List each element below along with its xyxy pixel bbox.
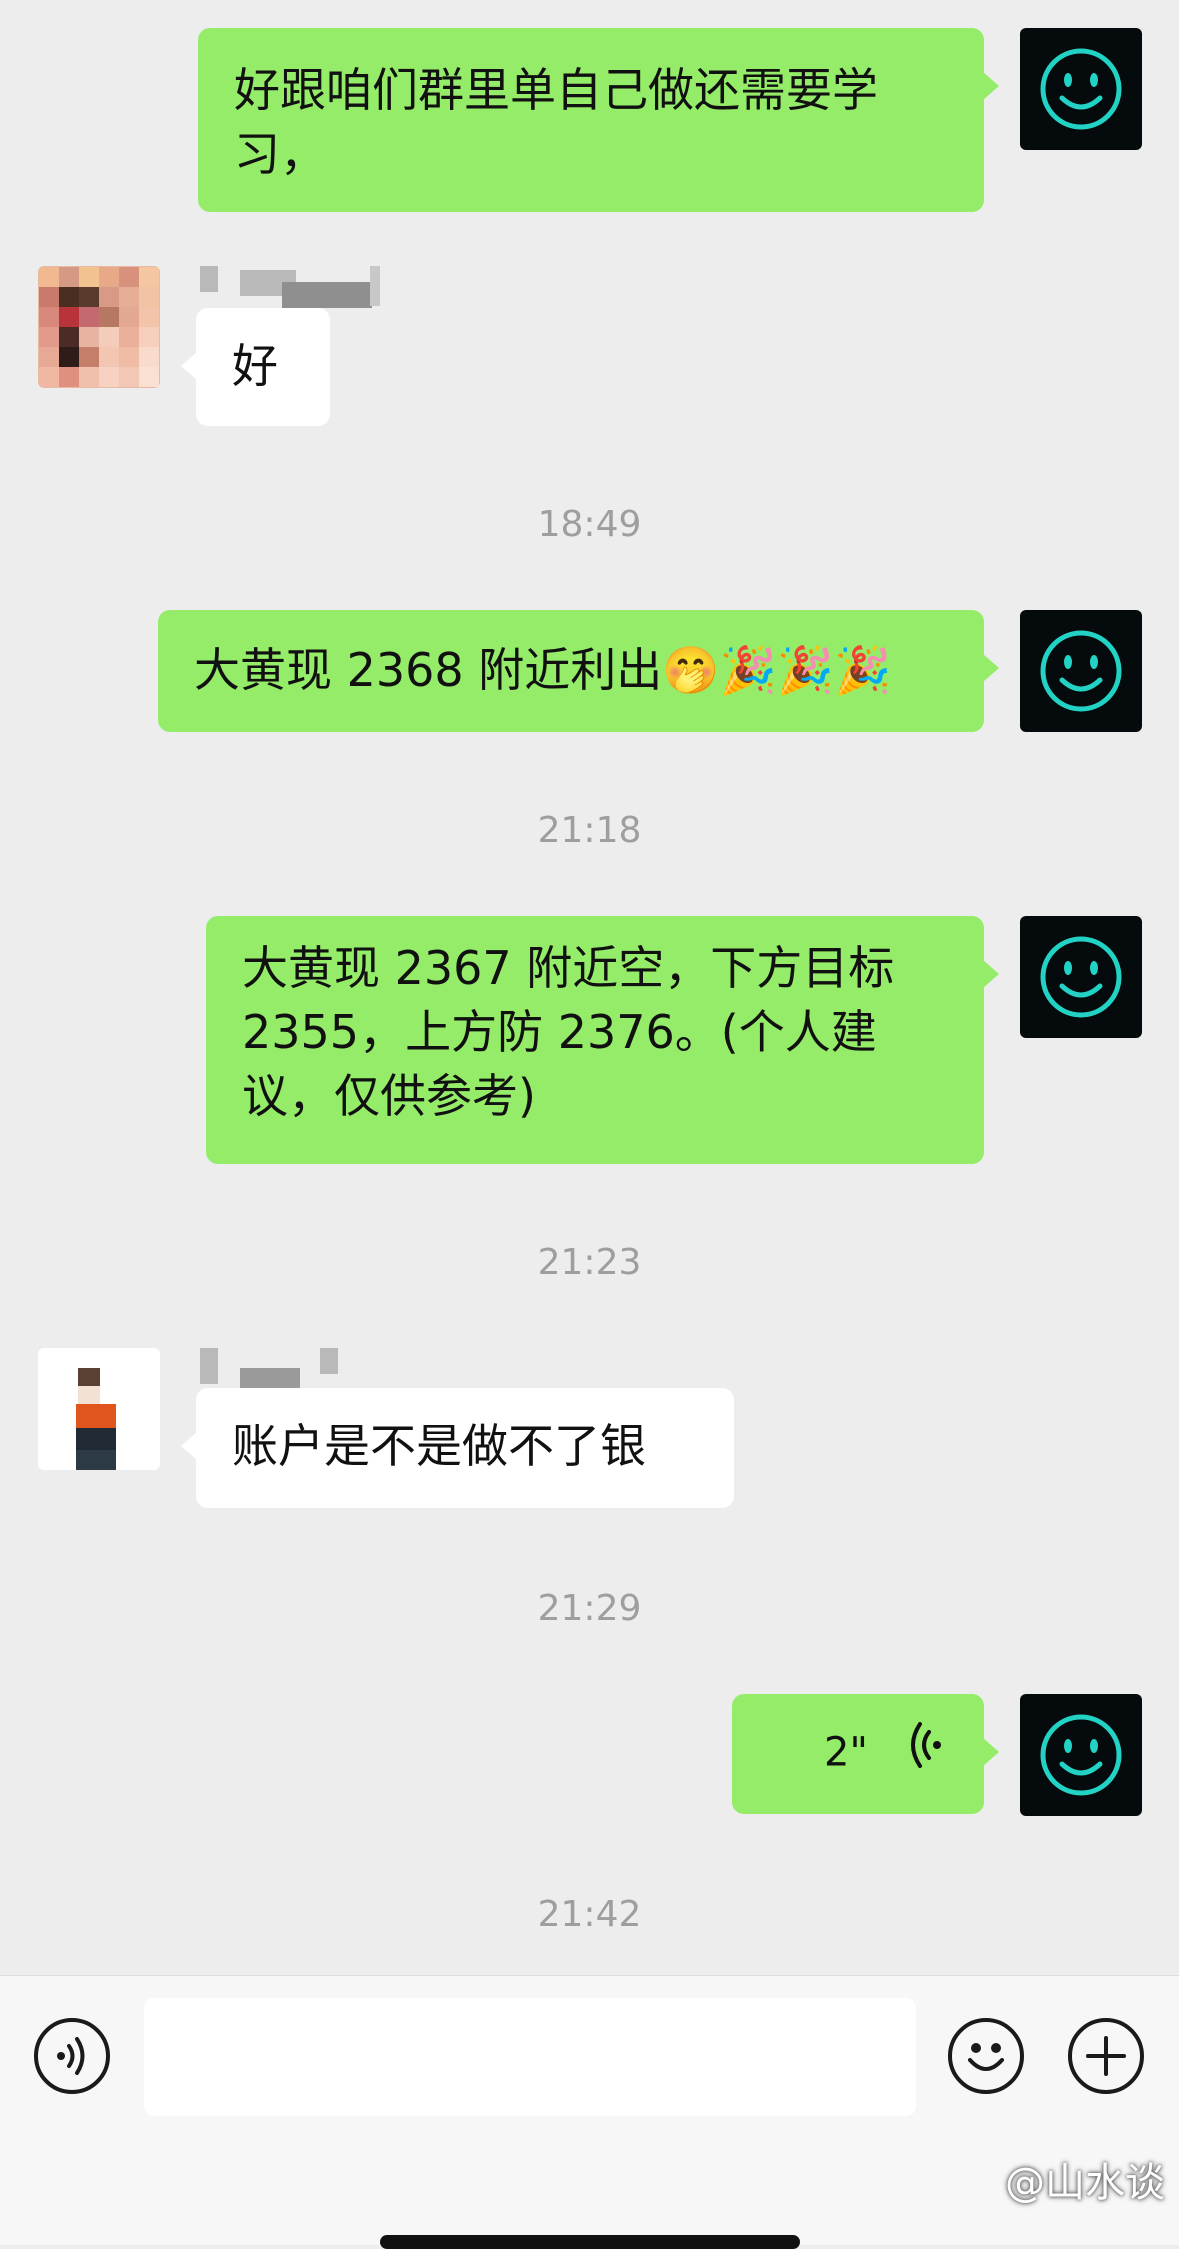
chat-input-bar bbox=[0, 1975, 1179, 2245]
contact-avatar[interactable] bbox=[38, 266, 160, 388]
more-options-button[interactable] bbox=[1068, 2018, 1144, 2094]
voice-wave-icon bbox=[907, 1720, 947, 1789]
contact-name-redacted bbox=[200, 1348, 340, 1394]
message-text: 大黄现 2367 附近空，下方目标 2355，上方防 2376。(个人建议，仅供… bbox=[242, 941, 895, 1123]
home-indicator[interactable] bbox=[380, 2235, 800, 2249]
message-text: 大黄现 2368 附近利出🤭🎉🎉🎉 bbox=[194, 643, 892, 697]
message-text: 好 bbox=[232, 339, 278, 393]
my-avatar[interactable] bbox=[1020, 28, 1142, 150]
contact-message-bubble[interactable]: 账户是不是做不了银 bbox=[181, 1388, 734, 1508]
my-avatar[interactable] bbox=[1020, 1694, 1142, 1816]
timestamp: 21:18 bbox=[537, 810, 642, 851]
message-text: 好跟咱们群里单自己做还需要学习， bbox=[234, 63, 878, 181]
contact-name-redacted bbox=[200, 266, 380, 308]
voice-message-bubble[interactable]: 2" bbox=[732, 1694, 999, 1814]
contact-message-bubble[interactable]: 好 bbox=[181, 308, 330, 426]
watermark: @山水谈 bbox=[1005, 2160, 1165, 2206]
smiley-face-icon bbox=[1040, 630, 1122, 712]
emoji-icon bbox=[968, 2043, 1004, 2071]
plus-icon bbox=[1086, 2036, 1126, 2076]
emoji-button[interactable] bbox=[948, 2018, 1024, 2094]
smiley-face-icon bbox=[1040, 48, 1122, 130]
my-avatar[interactable] bbox=[1020, 610, 1142, 732]
voice-input-button[interactable] bbox=[34, 2018, 110, 2094]
timestamp: 21:42 bbox=[537, 1894, 642, 1935]
my-message-bubble[interactable]: 大黄现 2367 附近空，下方目标 2355，上方防 2376。(个人建议，仅供… bbox=[206, 916, 999, 1164]
smiley-face-icon bbox=[1040, 936, 1122, 1018]
contact-avatar[interactable] bbox=[38, 1348, 160, 1470]
message-input[interactable] bbox=[144, 1998, 916, 2116]
voice-duration: 2" bbox=[824, 1729, 868, 1776]
my-message-bubble[interactable]: 大黄现 2368 附近利出🤭🎉🎉🎉 bbox=[158, 610, 999, 732]
timestamp: 21:23 bbox=[537, 1242, 642, 1283]
my-message-bubble[interactable]: 好跟咱们群里单自己做还需要学习， bbox=[198, 28, 999, 212]
smiley-face-icon bbox=[1040, 1714, 1122, 1796]
timestamp: 21:29 bbox=[537, 1588, 642, 1629]
voice-input-icon bbox=[57, 2037, 85, 2075]
timestamp: 18:49 bbox=[537, 504, 642, 545]
my-avatar[interactable] bbox=[1020, 916, 1142, 1038]
message-text: 账户是不是做不了银 bbox=[232, 1419, 646, 1473]
chat-area[interactable]: 好跟咱们群里单自己做还需要学习， 好 18:49 大黄现 2368 附近利出🤭� bbox=[0, 0, 1179, 1975]
